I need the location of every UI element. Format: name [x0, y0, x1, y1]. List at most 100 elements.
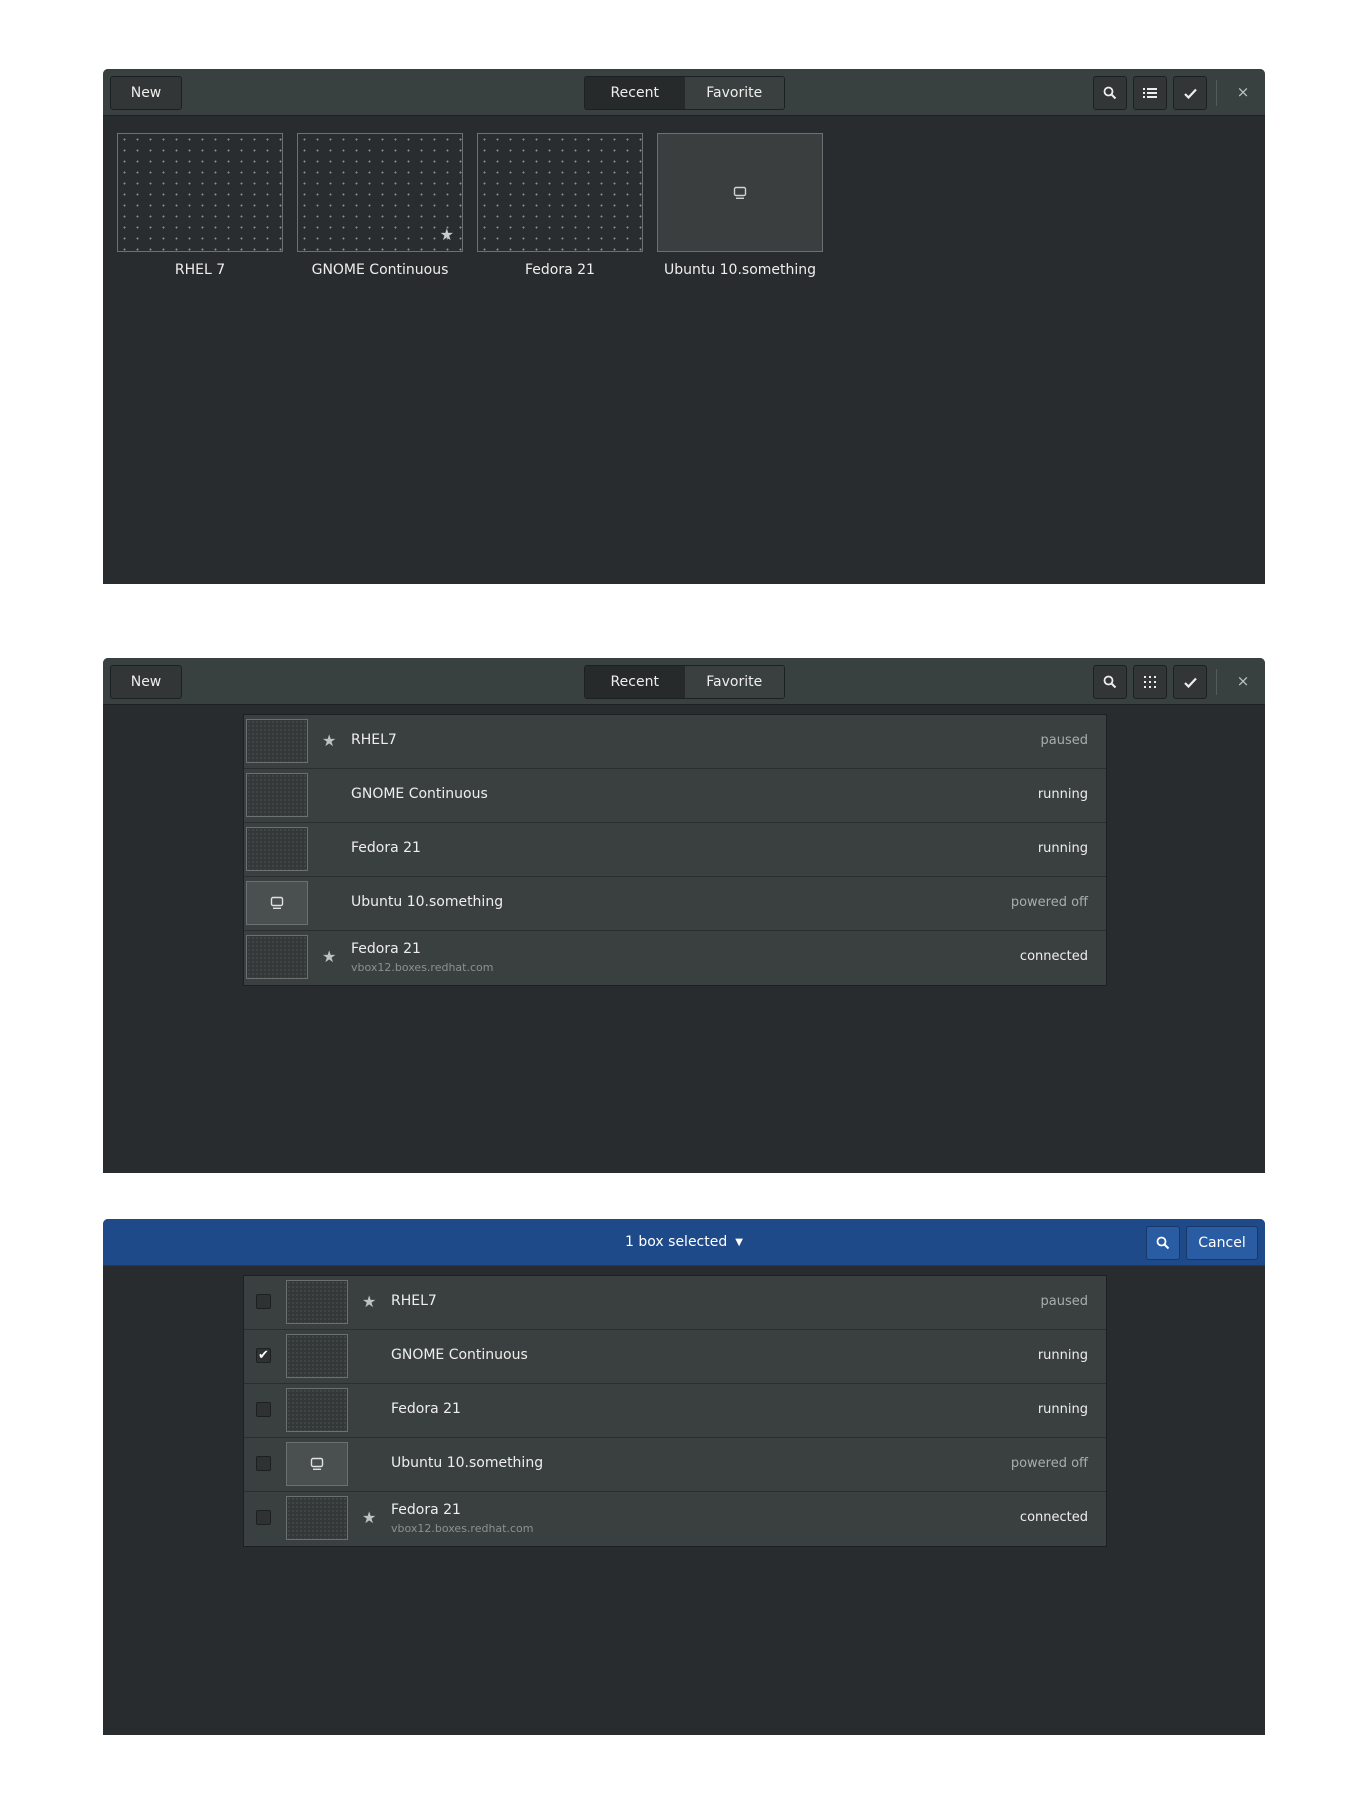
box-name: Ubuntu 10.something	[663, 262, 817, 278]
chevron-down-icon: ▼	[735, 1236, 743, 1248]
box-tile[interactable]: Ubuntu 10.something	[657, 133, 823, 278]
row-checkbox[interactable]	[256, 1402, 271, 1417]
box-name: Fedora 21	[391, 1502, 461, 1518]
box-tile[interactable]: RHEL 7	[117, 133, 283, 278]
row-checkbox[interactable]: ✔	[256, 1348, 271, 1363]
search-button[interactable]	[1146, 1226, 1180, 1260]
box-name: RHEL7	[351, 732, 397, 748]
selection-mode-button[interactable]	[1173, 76, 1207, 110]
row-checkbox[interactable]	[256, 1510, 271, 1525]
box-tile[interactable]: Fedora 21	[477, 133, 643, 278]
tab-favorite[interactable]: Favorite	[684, 666, 784, 698]
box-name: Fedora 21	[351, 840, 421, 856]
list-icon	[1143, 88, 1157, 98]
box-tile[interactable]: ★ GNOME Continuous	[297, 133, 463, 278]
list-item[interactable]: Fedora 21 running	[244, 823, 1106, 877]
cancel-button[interactable]: Cancel	[1186, 1226, 1258, 1260]
box-address: vbox12.boxes.redhat.com	[391, 1522, 534, 1535]
box-thumbnail	[117, 133, 283, 252]
box-name: Ubuntu 10.something	[391, 1455, 544, 1471]
box-address: vbox12.boxes.redhat.com	[351, 961, 494, 974]
checkmark-icon	[1183, 88, 1197, 99]
box-name: Fedora 21	[525, 262, 595, 278]
selection-menu[interactable]: 1 box selected ▼	[103, 1219, 1265, 1265]
selection-count: 1 box selected	[625, 1234, 728, 1250]
box-status: connected	[1019, 949, 1088, 964]
view-switcher: Recent Favorite	[584, 76, 785, 110]
favorite-star-icon: ★	[362, 1292, 377, 1311]
close-button[interactable]: ×	[1231, 669, 1255, 693]
list-item[interactable]: ✔ GNOME Continuous running	[244, 1330, 1106, 1384]
list-view-button[interactable]	[1133, 76, 1167, 110]
favorite-star-icon: ★	[362, 1508, 377, 1527]
list-item[interactable]: ★ RHEL7 paused	[244, 1276, 1106, 1330]
list-item[interactable]: Ubuntu 10.something powered off	[244, 877, 1106, 931]
list-item[interactable]: GNOME Continuous running	[244, 769, 1106, 823]
checkmark-icon	[1183, 677, 1197, 688]
box-name: RHEL 7	[174, 262, 226, 278]
row-checkbox[interactable]	[256, 1294, 271, 1309]
box-status: paused	[1040, 1294, 1088, 1309]
box-status: running	[1037, 1348, 1088, 1363]
box-name: GNOME Continuous	[351, 786, 488, 802]
close-button[interactable]: ×	[1231, 80, 1255, 104]
list-item[interactable]: Ubuntu 10.something powered off	[244, 1438, 1106, 1492]
box-thumbnail	[246, 935, 308, 979]
search-icon	[1103, 86, 1117, 100]
grid-icon	[1144, 676, 1156, 688]
row-checkbox[interactable]	[256, 1456, 271, 1471]
monitor-icon	[733, 186, 747, 199]
list-item[interactable]: ★ RHEL7 paused	[244, 715, 1106, 769]
box-thumbnail	[286, 1334, 348, 1378]
search-icon	[1103, 675, 1117, 689]
box-name: GNOME Continuous	[391, 1347, 528, 1363]
header-bar: New Recent Favorite ×	[103, 69, 1265, 116]
box-name: Fedora 21	[351, 941, 421, 957]
monitor-icon	[310, 1457, 324, 1471]
boxes-window-selection: 1 box selected ▼ Cancel ★ RHEL7 paused ✔…	[103, 1219, 1265, 1735]
box-status: running	[1037, 787, 1088, 802]
selection-mode-button[interactable]	[1173, 665, 1207, 699]
box-thumbnail	[246, 773, 308, 817]
box-list: ★ RHEL7 paused GNOME Continuous running …	[243, 714, 1107, 986]
separator	[1216, 669, 1217, 695]
tab-recent[interactable]: Recent	[585, 77, 685, 109]
box-name: GNOME Continuous	[311, 262, 449, 278]
list-item[interactable]: ★ Fedora 21 vbox12.boxes.redhat.com conn…	[244, 1492, 1106, 1546]
selection-header-bar: 1 box selected ▼ Cancel	[103, 1219, 1265, 1266]
tab-recent[interactable]: Recent	[585, 666, 685, 698]
box-status: running	[1037, 1402, 1088, 1417]
close-icon: ×	[1236, 83, 1250, 101]
box-thumbnail	[477, 133, 643, 252]
box-thumbnail	[246, 827, 308, 871]
box-thumbnail: ★	[297, 133, 463, 252]
list-item[interactable]: ★ Fedora 21 vbox12.boxes.redhat.com conn…	[244, 931, 1106, 985]
tab-favorite[interactable]: Favorite	[684, 77, 784, 109]
checkmark-icon: ✔	[258, 1348, 269, 1363]
favorite-star-icon: ★	[439, 225, 454, 244]
new-button[interactable]: New	[110, 665, 182, 699]
search-button[interactable]	[1093, 76, 1127, 110]
list-item[interactable]: Fedora 21 running	[244, 1384, 1106, 1438]
boxes-window-grid: New Recent Favorite × RHEL 7 ★ GNOME Con…	[103, 69, 1265, 584]
separator	[1216, 80, 1217, 106]
box-name: Fedora 21	[391, 1401, 461, 1417]
box-thumbnail	[286, 1442, 348, 1486]
box-thumbnail	[286, 1388, 348, 1432]
box-name: RHEL7	[391, 1293, 437, 1309]
new-button[interactable]: New	[110, 76, 182, 110]
box-thumbnail	[657, 133, 823, 252]
grid-view-button[interactable]	[1133, 665, 1167, 699]
box-status: powered off	[1010, 895, 1088, 910]
favorite-star-icon: ★	[322, 731, 337, 750]
boxes-window-list: New Recent Favorite × ★ RHEL7 paused GNO…	[103, 658, 1265, 1173]
box-status: paused	[1040, 733, 1088, 748]
box-status: running	[1037, 841, 1088, 856]
search-button[interactable]	[1093, 665, 1127, 699]
box-name: Ubuntu 10.something	[351, 894, 504, 910]
favorite-star-icon: ★	[322, 947, 337, 966]
box-status: powered off	[1010, 1456, 1088, 1471]
box-thumbnail	[286, 1280, 348, 1324]
box-thumbnail	[246, 719, 308, 763]
view-switcher: Recent Favorite	[584, 665, 785, 699]
